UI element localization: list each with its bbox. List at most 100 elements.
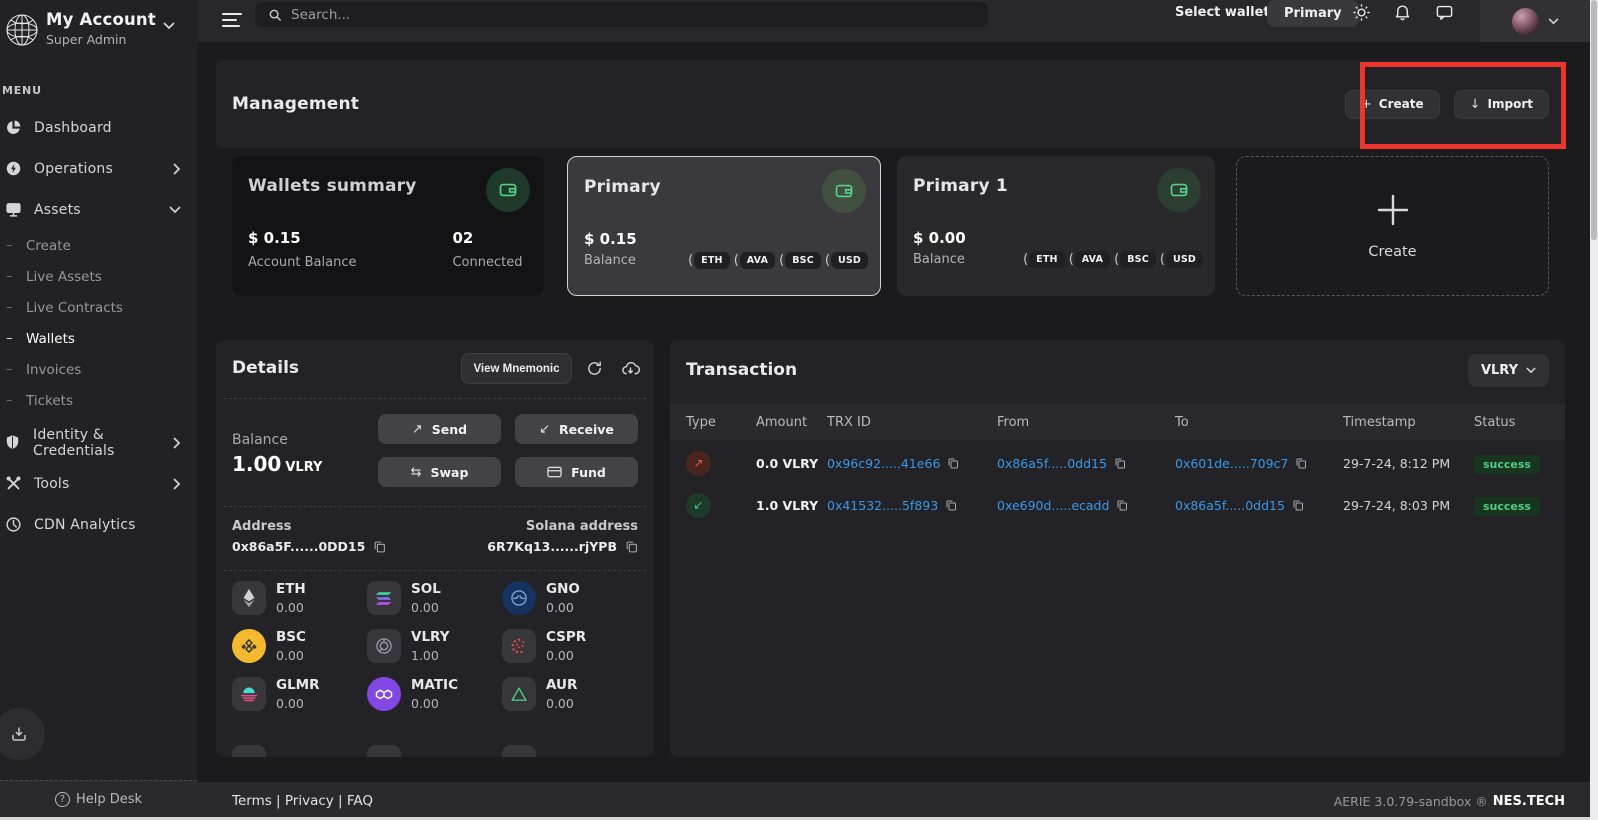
profile-menu[interactable]: [1480, 0, 1590, 42]
sidebar-item-tools[interactable]: Tools: [0, 463, 197, 504]
sidebar-subitem-tickets[interactable]: – Tickets: [0, 385, 197, 416]
fund-button[interactable]: Fund: [515, 457, 638, 487]
hamburger-menu-icon[interactable]: [222, 12, 242, 28]
tx-from-cell: 0x86a5f.....0dd15: [997, 456, 1175, 471]
eth-token-icon: [232, 581, 266, 615]
wallets-summary-card: Wallets summary $ 0.15 Account Balance 0…: [232, 156, 544, 296]
copy-icon[interactable]: [1114, 457, 1126, 470]
wallet-icon: [486, 168, 530, 212]
chain-chips: (ETH (AVA (BSC (USD: [1019, 251, 1203, 268]
sidebar-item-dashboard[interactable]: Dashboard: [0, 107, 197, 148]
summary-title: Wallets summary: [248, 176, 417, 196]
theme-sun-icon[interactable]: [1352, 3, 1371, 22]
send-button[interactable]: ↗ Send: [378, 414, 501, 444]
wallet-icon: [1157, 168, 1201, 212]
tx-to-cell: 0x86a5f.....0dd15: [1175, 498, 1343, 513]
create-wallet-button[interactable]: + Create: [1345, 90, 1440, 119]
cloud-download-icon[interactable]: [621, 360, 640, 377]
tx-timestamp: 29-7-24, 8:12 PM: [1343, 456, 1474, 471]
main-content: Management + Create ↓ Import Wallets sum…: [197, 42, 1590, 820]
shield-icon: [4, 434, 21, 451]
dash-icon: –: [6, 331, 20, 346]
tx-from-cell: 0xe690d.....ecadd: [997, 498, 1175, 513]
sol-token-icon: [367, 581, 401, 615]
footer-links[interactable]: Terms | Privacy | FAQ: [232, 793, 373, 809]
footer-brand: NES.TECH: [1493, 794, 1565, 809]
copy-icon[interactable]: [625, 540, 638, 554]
token-vlry: VLRY1.00: [367, 629, 495, 663]
avatar: [1512, 8, 1539, 35]
chip-eth: ETH: [1029, 251, 1065, 268]
sidebar-item-assets[interactable]: Assets: [0, 189, 197, 230]
token-eth: ETH0.00: [232, 581, 360, 615]
swap-button[interactable]: ⇆ Swap: [378, 457, 501, 487]
download-fab-button[interactable]: [0, 708, 45, 760]
notifications-bell-icon[interactable]: [1393, 3, 1412, 22]
scrollbar-thumb[interactable]: [1591, 0, 1597, 240]
chevron-down-icon: [169, 206, 181, 214]
copy-icon[interactable]: [947, 457, 959, 470]
dash-icon: –: [6, 393, 20, 408]
account-role: Super Admin: [46, 32, 156, 47]
wallet-icon: [822, 169, 866, 213]
search-icon: [268, 8, 282, 22]
swap-arrows-icon: ⇆: [411, 465, 422, 480]
import-wallet-button[interactable]: ↓ Import: [1454, 90, 1549, 119]
sidebar-subitem-live-assets[interactable]: – Live Assets: [0, 261, 197, 292]
sidebar-item-identity-credentials[interactable]: Identity & Credentials: [0, 422, 197, 463]
sidebar-subitem-live-contracts[interactable]: – Live Contracts: [0, 292, 197, 323]
refresh-icon[interactable]: [586, 360, 603, 377]
dash-icon: –: [6, 269, 20, 284]
gno-token-icon: [502, 581, 536, 615]
chat-icon[interactable]: [1435, 3, 1454, 22]
trx-id-link[interactable]: 0x96c92.....41e66: [827, 456, 940, 471]
help-desk-label: Help Desk: [76, 792, 142, 807]
sidebar-subitem-wallets[interactable]: – Wallets: [0, 323, 197, 354]
sidebar-subitem-create[interactable]: – Create: [0, 230, 197, 261]
sidebar-item-operations[interactable]: Operations: [0, 148, 197, 189]
search-input[interactable]: [291, 7, 931, 23]
account-balance-stat: $ 0.15 Account Balance: [248, 229, 356, 270]
copy-icon[interactable]: [373, 540, 386, 554]
address-label: Address: [232, 519, 291, 534]
copy-icon[interactable]: [945, 499, 957, 512]
trx-id-link[interactable]: 0x41532.....5f893: [827, 498, 938, 513]
transaction-row[interactable]: ↙ 1.0 VLRY 0x41532.....5f893 0xe690d....…: [670, 484, 1565, 526]
solana-address: 6R7Kq13......rjYPB: [487, 539, 638, 554]
to-address-link[interactable]: 0x601de.....709c7: [1175, 456, 1288, 471]
receive-button[interactable]: ↙ Receive: [515, 414, 638, 444]
help-desk-link[interactable]: ? Help Desk: [0, 780, 197, 818]
copy-icon[interactable]: [1116, 499, 1128, 512]
token-cspr: CSPR0.00: [502, 629, 630, 663]
search-bar[interactable]: [255, 2, 988, 27]
tx-amount: 1.0 VLRY: [756, 498, 827, 513]
footer: Terms | Privacy | FAQ AERIE 3.0.79-sandb…: [197, 782, 1590, 820]
transaction-row[interactable]: ↗ 0.0 VLRY 0x96c92.....41e66 0x86a5f....…: [670, 442, 1565, 484]
sidebar-item-cdn-analytics[interactable]: CDN Analytics: [0, 504, 197, 545]
token-icon-partial: [367, 745, 401, 757]
from-address-link[interactable]: 0xe690d.....ecadd: [997, 498, 1109, 513]
transaction-table-header: Type Amount TRX ID From To Timestamp Sta…: [670, 404, 1565, 440]
page-scrollbar[interactable]: [1590, 0, 1598, 820]
view-mnemonic-button[interactable]: View Mnemonic: [461, 353, 572, 384]
create-wallet-card[interactable]: Create: [1236, 156, 1549, 296]
wallet-card-primary-1[interactable]: Primary 1 $ 0.00 Balance (ETH (AVA (BSC …: [897, 156, 1215, 296]
connected-stat: 02 Connected: [452, 229, 522, 270]
token-sol: SOL0.00: [367, 581, 495, 615]
token-bsc: BSC0.00: [232, 629, 360, 663]
chevron-right-icon: [173, 163, 181, 175]
plus-icon: [1375, 192, 1411, 228]
copy-icon[interactable]: [1295, 457, 1307, 470]
wallet-card-primary[interactable]: Primary $ 0.15 Balance (ETH (AVA (BSC (U…: [567, 156, 881, 296]
copy-icon[interactable]: [1292, 499, 1304, 512]
sidebar-subitem-invoices[interactable]: – Invoices: [0, 354, 197, 385]
download-icon: [10, 725, 28, 743]
vlry-token-icon: [367, 629, 401, 663]
transaction-filter-dropdown[interactable]: VLRY: [1468, 354, 1549, 387]
selected-wallet-button[interactable]: Primary: [1267, 0, 1359, 27]
from-address-link[interactable]: 0x86a5f.....0dd15: [997, 456, 1107, 471]
account-switcher[interactable]: My Account Super Admin: [0, 0, 197, 50]
tx-amount: 0.0 VLRY: [756, 456, 827, 471]
dash-icon: –: [6, 238, 20, 253]
to-address-link[interactable]: 0x86a5f.....0dd15: [1175, 498, 1285, 513]
